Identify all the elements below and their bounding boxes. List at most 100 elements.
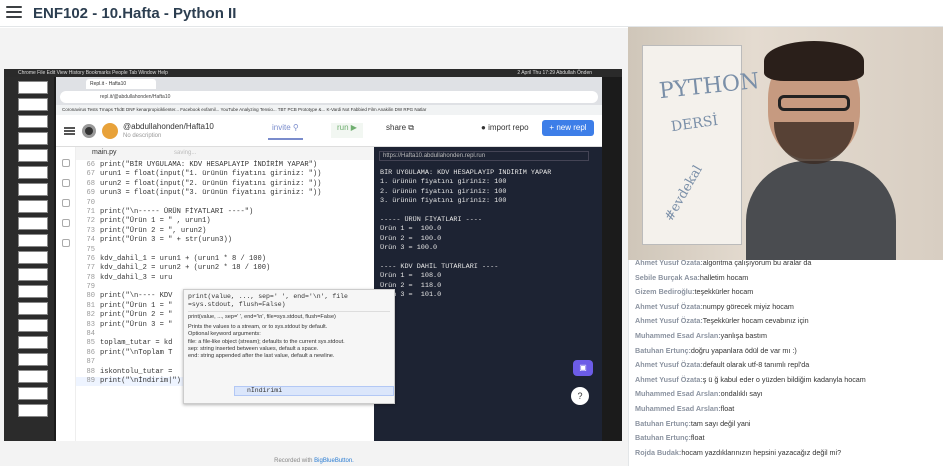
whiteboard-text: DERSİ: [670, 112, 719, 136]
debugger-icon[interactable]: [62, 219, 70, 227]
chat-text: ş ü ğ kabul eder o yüzden bildiğim kadan…: [702, 374, 866, 384]
recorded-note: Recorded with BigBlueButton.: [0, 458, 628, 464]
recorded-brand-link[interactable]: BigBlueButton.: [314, 458, 354, 464]
code-text: urun3 = float(input("3. ürünün fiyatını …: [100, 189, 322, 198]
import-repo-button[interactable]: ● import repo: [481, 123, 529, 132]
code-line[interactable]: 70: [76, 199, 374, 208]
chat-sender: Muhammed Esad Arslan:: [635, 403, 721, 413]
run-button[interactable]: run ▶: [331, 123, 363, 138]
new-repl-button[interactable]: + new repl: [542, 120, 594, 136]
settings-icon[interactable]: [62, 239, 70, 247]
code-text: urun2 = float(input("2. ürünün fiyatını …: [100, 179, 322, 188]
slide-thumbnail: [18, 217, 48, 230]
code-text: kdv_dahil_3 = uru: [100, 273, 173, 282]
chat-sender: Rojda Budak:: [635, 447, 682, 457]
slide-thumbnail: [18, 251, 48, 264]
console-output: BİR UYGULAMA: KDV HESAPLAYIP İNDİRİM YAP…: [380, 169, 552, 300]
code-line[interactable]: 74 print("Ürün 3 = " + str(urun3)): [76, 236, 374, 245]
console-panel[interactable]: https://Hafta10.abdullahonden.repl.run B…: [374, 147, 602, 441]
browser-window: Repl.it - Hafta10 repl.it/@abdullahonden…: [56, 77, 602, 441]
files-icon[interactable]: [62, 159, 70, 167]
code-text: print("\nİndirim|"): [100, 376, 181, 385]
tooltip-doc: file: a file-like object (stream); defau…: [188, 338, 345, 345]
line-number: 72: [86, 217, 95, 226]
slide-thumbnail: [18, 302, 48, 315]
url-bar[interactable]: repl.it/@abdullahonden/Hafta10: [60, 91, 598, 103]
replit-logo-icon: [82, 124, 96, 138]
repl-path[interactable]: @abdullahonden/Hafta10: [123, 122, 214, 131]
code-line[interactable]: 67 urun1 = float(input("1. ürünün fiyatın…: [76, 170, 374, 179]
webcam-video: PYTHON DERSİ #evdekal: [628, 27, 943, 260]
slide-thumbnail: [18, 404, 48, 417]
console-url[interactable]: https://Hafta10.abdullahonden.repl.run: [379, 151, 589, 161]
code-line[interactable]: 72 print("Ürün 1 = " , urun1): [76, 217, 374, 226]
invite-button[interactable]: invite ⚲: [268, 123, 303, 140]
repl-description[interactable]: No description: [123, 133, 161, 139]
chat-sender: Ahmet Yusuf Özata:: [635, 374, 703, 384]
code-line[interactable]: 75: [76, 246, 374, 255]
chat-sender: Muhammed Esad Arslan:: [635, 389, 721, 399]
chat-sender: Batuhan Ertunç:: [635, 433, 691, 443]
github-icon: ●: [481, 123, 486, 132]
mac-menubar: Chrome File Edit View History Bookmarks …: [4, 69, 622, 77]
tooltip-doc: end: string appended after the last valu…: [188, 353, 335, 360]
menu-icon[interactable]: [6, 6, 22, 20]
chat-panel[interactable]: Ahmet Yusuf Özata: algoritma çalışıyorum …: [628, 260, 943, 466]
hamburger-icon[interactable]: [64, 127, 75, 135]
code-text: print("Ürün 1 = ": [100, 301, 173, 310]
line-number: 89: [86, 376, 95, 385]
chat-sender: Gizem Bediroğlu:: [635, 287, 695, 297]
line-number: 82: [86, 311, 95, 320]
slide-thumbnail: [18, 115, 48, 128]
chat-text: algoritma çalışıyorum bu aralar da: [702, 260, 812, 267]
run-label: run: [337, 123, 349, 132]
line-number: 78: [86, 273, 95, 282]
line-number: 77: [86, 264, 95, 273]
chat-sender: Batuhan Ertunç:: [635, 345, 691, 355]
browser-tab[interactable]: Repl.it - Hafta10: [86, 79, 156, 89]
code-text: print("Ürün 2 = ": [100, 311, 173, 320]
chat-text: default olarak utf-8 tanımlı repl'da: [702, 360, 810, 370]
code-line[interactable]: 76 kdv_dahil_1 = urun1 + (urun1 * 8 / 100…: [76, 255, 374, 264]
presenter-hair: [764, 41, 864, 81]
file-tab[interactable]: main.py saving...: [76, 147, 374, 160]
shared-screen: Chrome File Edit View History Bookmarks …: [4, 69, 622, 441]
code-line[interactable]: 68 urun2 = float(input("2. ürünün fiyatın…: [76, 180, 374, 189]
whiteboard: PYTHON DERSİ #evdekal: [642, 45, 761, 245]
slide-thumbnail: [18, 200, 48, 213]
code-line[interactable]: 71 print("\n----- ÜRÜN FİYATLARI ----"): [76, 208, 374, 217]
slide-thumbnail: [18, 285, 48, 298]
slide-thumbnail: [18, 353, 48, 366]
user-avatar[interactable]: [102, 123, 118, 139]
whiteboard-text: #evdekal: [661, 163, 706, 224]
code-line[interactable]: 77 kdv_dahil_2 = urun2 + (urun2 * 18 / 10…: [76, 264, 374, 273]
chat-message: Batuhan Ertunç:float: [629, 431, 943, 446]
help-icon[interactable]: ?: [571, 387, 589, 405]
presenter-glasses: [778, 95, 850, 111]
line-number: 80: [86, 292, 95, 301]
package-icon[interactable]: [62, 199, 70, 207]
share-label: share: [386, 123, 407, 132]
chat-bubble-icon[interactable]: ▣: [573, 360, 593, 376]
line-number: 85: [86, 339, 95, 348]
share-button[interactable]: share ⧉: [386, 123, 414, 133]
code-line[interactable]: 69 urun3 = float(input("3. ürünün fiyatın…: [76, 189, 374, 198]
chat-message: Ahmet Yusuf Özata:ş ü ğ kabul eder o yüz…: [629, 373, 943, 388]
slide-thumbnail: [18, 319, 48, 332]
chat-sender: Ahmet Yusuf Özata:: [635, 360, 703, 370]
chat-sender: Ahmet Yusuf Özata:: [635, 316, 703, 326]
share-nodes-icon[interactable]: [62, 179, 70, 187]
repl-header: @abdullahonden/Hafta10 No description in…: [56, 115, 602, 147]
code-line[interactable]: 73 print("Ürün 2 = ", urun2): [76, 227, 374, 236]
code-line[interactable]: 66 print("BİR UYGULAMA: KDV HESAPLAYIP İN…: [76, 161, 374, 170]
recorded-prefix: Recorded with: [274, 458, 315, 464]
code-text: print("Ürün 3 = " + str(urun3)): [100, 236, 232, 245]
presentation-area: Chrome File Edit View History Bookmarks …: [0, 28, 628, 466]
code-line[interactable]: 78 kdv_dahil_3 = uru: [76, 274, 374, 283]
autocomplete-suggestion[interactable]: nİndirimi: [234, 386, 394, 396]
invite-label: invite: [272, 123, 291, 132]
slide-thumbnail: [18, 81, 48, 94]
line-number: 76: [86, 254, 95, 263]
chat-text: halletim hocam: [699, 272, 749, 282]
line-number: 70: [86, 198, 95, 207]
